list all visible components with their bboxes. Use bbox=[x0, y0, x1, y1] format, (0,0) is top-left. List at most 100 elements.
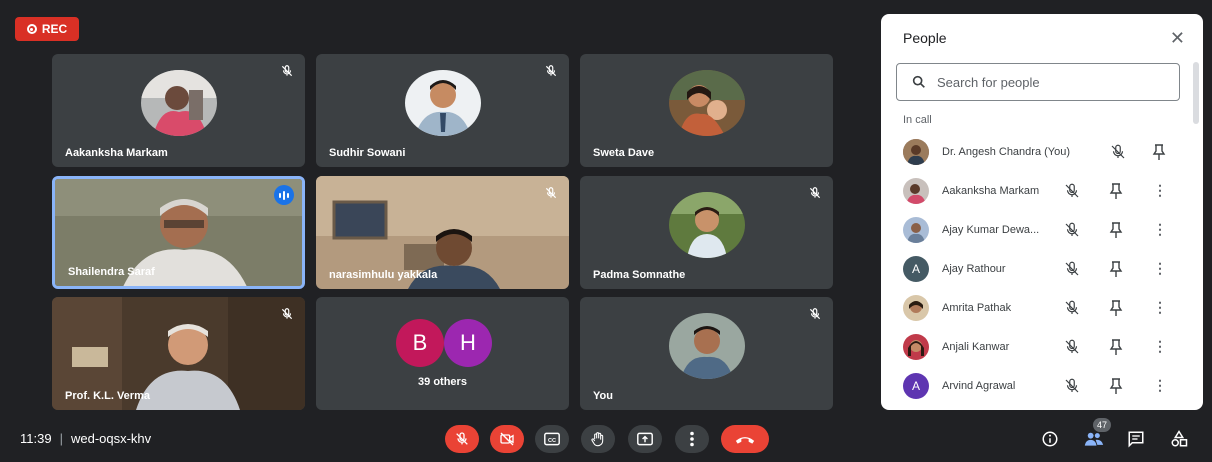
mic-off-icon bbox=[1065, 300, 1079, 314]
more-options-icon[interactable]: ⋮ bbox=[1153, 182, 1167, 199]
captions-icon: CC bbox=[544, 432, 560, 446]
people-list-item[interactable]: Aakanksha Markam ⋮ bbox=[881, 171, 1181, 210]
video-tile[interactable]: Aakanksha Markam bbox=[52, 54, 305, 167]
more-options-icon[interactable]: ⋮ bbox=[1153, 260, 1167, 277]
video-tile[interactable]: Sweta Dave bbox=[580, 54, 833, 167]
others-count-label: 39 others bbox=[418, 376, 467, 388]
mic-off-icon bbox=[806, 184, 824, 202]
person-name: Aakanksha Markam bbox=[942, 184, 1040, 197]
more-options-button[interactable] bbox=[675, 425, 709, 453]
participant-name: You bbox=[593, 390, 613, 402]
participant-initial-avatar: H bbox=[444, 319, 492, 367]
person-name: Anjali Kanwar bbox=[942, 340, 1010, 353]
scrollbar[interactable] bbox=[1193, 62, 1199, 124]
meeting-info: 11:39 | wed-oqsx-khv bbox=[20, 431, 151, 446]
mic-off-icon bbox=[1065, 339, 1079, 353]
people-icon bbox=[1084, 432, 1104, 446]
participant-name: narasimhulu yakkala bbox=[329, 269, 438, 281]
present-screen-button[interactable] bbox=[628, 425, 662, 453]
mic-off-icon bbox=[1111, 144, 1125, 158]
person-name: Arvind Agrawal bbox=[942, 379, 1016, 392]
search-placeholder: Search for people bbox=[937, 74, 1040, 90]
avatar: A bbox=[903, 255, 929, 282]
meeting-code: wed-oqsx-khv bbox=[70, 431, 152, 446]
pin-icon[interactable] bbox=[1109, 377, 1123, 394]
avatar bbox=[903, 138, 929, 165]
pin-icon[interactable] bbox=[1109, 299, 1123, 316]
participant-avatar bbox=[668, 69, 745, 136]
recording-badge: REC bbox=[15, 17, 79, 41]
avatar: A bbox=[903, 372, 929, 399]
activities-icon bbox=[1171, 430, 1188, 447]
participant-avatar bbox=[668, 191, 745, 258]
chat-button[interactable] bbox=[1125, 428, 1147, 450]
participant-avatar bbox=[140, 69, 217, 136]
pin-icon[interactable] bbox=[1109, 338, 1123, 355]
close-icon[interactable]: ✕ bbox=[1170, 28, 1185, 49]
people-button[interactable] bbox=[1083, 428, 1105, 450]
pin-icon[interactable] bbox=[1109, 260, 1123, 277]
participant-avatar bbox=[668, 312, 745, 379]
present-icon bbox=[637, 432, 653, 446]
leave-call-button[interactable] bbox=[721, 425, 769, 453]
people-list-item[interactable]: Amrita Pathak ⋮ bbox=[881, 288, 1181, 327]
mic-off-icon bbox=[456, 432, 468, 445]
person-name: Dr. Angesh Chandra (You) bbox=[942, 145, 1071, 158]
participant-name: Prof. K.L. Verma bbox=[65, 390, 150, 402]
participant-name: Sweta Dave bbox=[593, 147, 655, 159]
more-options-icon[interactable]: ⋮ bbox=[1153, 299, 1167, 316]
people-list-item[interactable]: Anjali Kanwar ⋮ bbox=[881, 327, 1181, 366]
search-icon bbox=[912, 75, 925, 88]
people-list-item[interactable]: A Arvind Agrawal ⋮ bbox=[881, 366, 1181, 405]
more-options-icon[interactable]: ⋮ bbox=[1153, 377, 1167, 394]
pin-icon[interactable] bbox=[1152, 143, 1166, 160]
divider: | bbox=[59, 431, 63, 446]
captions-button[interactable]: CC bbox=[535, 425, 569, 453]
raise-hand-button[interactable] bbox=[581, 425, 615, 453]
meeting-details-button[interactable] bbox=[1039, 428, 1061, 450]
people-panel: People ✕ Search for people In call Dr. A… bbox=[881, 14, 1203, 410]
info-icon bbox=[1042, 431, 1058, 447]
participant-name: Aakanksha Markam bbox=[65, 147, 168, 159]
search-input[interactable]: Search for people bbox=[896, 63, 1180, 101]
self-video-tile[interactable]: You bbox=[580, 297, 833, 410]
pin-icon[interactable] bbox=[1109, 221, 1123, 238]
phone-hangup-icon bbox=[735, 437, 755, 444]
mic-off-icon bbox=[542, 62, 560, 80]
mic-off-icon bbox=[278, 62, 296, 80]
section-label: In call bbox=[903, 114, 932, 126]
panel-title: People bbox=[903, 30, 947, 46]
mic-off-icon bbox=[278, 305, 296, 323]
mic-off-icon bbox=[1065, 378, 1079, 392]
clock-time: 11:39 bbox=[20, 431, 52, 446]
video-tile[interactable]: narasimhulu yakkala bbox=[316, 176, 569, 289]
person-name: Ajay Kumar Dewa... bbox=[942, 223, 1040, 236]
more-options-icon[interactable]: ⋮ bbox=[1153, 221, 1167, 238]
mic-toggle-button[interactable] bbox=[445, 425, 479, 453]
pin-icon[interactable] bbox=[1109, 182, 1123, 199]
video-tile[interactable]: Prof. K.L. Verma bbox=[52, 297, 305, 410]
camera-toggle-button[interactable] bbox=[490, 425, 524, 453]
more-vert-icon bbox=[690, 431, 694, 447]
participant-avatar bbox=[404, 69, 481, 136]
mic-off-icon bbox=[542, 184, 560, 202]
avatar bbox=[903, 177, 929, 204]
people-list-item[interactable]: Ajay Kumar Dewa... ⋮ bbox=[881, 210, 1181, 249]
avatar bbox=[903, 216, 929, 243]
video-tile[interactable]: Shailendra Saraf bbox=[52, 176, 305, 289]
mic-off-icon bbox=[1065, 222, 1079, 236]
video-tile[interactable]: Sudhir Sowani bbox=[316, 54, 569, 167]
others-tile[interactable]: B H 39 others bbox=[316, 297, 569, 410]
mic-off-icon bbox=[1065, 183, 1079, 197]
participant-name: Shailendra Saraf bbox=[68, 266, 155, 278]
activities-button[interactable] bbox=[1168, 428, 1190, 450]
people-list-item[interactable]: A Ajay Rathour ⋮ bbox=[881, 249, 1181, 288]
avatar bbox=[903, 294, 929, 321]
people-list-item[interactable]: Dr. Angesh Chandra (You) bbox=[881, 132, 1181, 171]
record-icon bbox=[26, 24, 37, 34]
participant-initial-avatar: B bbox=[396, 319, 444, 367]
hand-icon bbox=[591, 432, 604, 447]
participant-name: Sudhir Sowani bbox=[329, 147, 406, 159]
more-options-icon[interactable]: ⋮ bbox=[1153, 338, 1167, 355]
video-tile[interactable]: Padma Somnathe bbox=[580, 176, 833, 289]
